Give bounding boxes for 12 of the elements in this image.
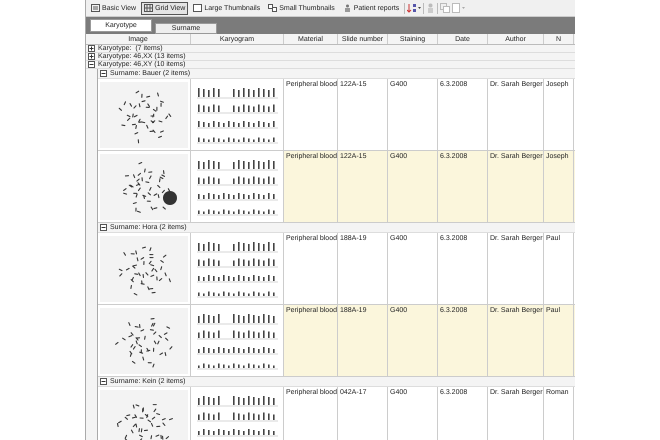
list-icon bbox=[91, 4, 100, 12]
square-icon bbox=[193, 4, 202, 12]
expand-icon[interactable] bbox=[88, 53, 95, 60]
grid-icon bbox=[144, 4, 154, 12]
collapse-icon[interactable] bbox=[100, 70, 107, 77]
squares-icon bbox=[268, 4, 278, 12]
expand-icon[interactable] bbox=[88, 45, 95, 52]
collapse-icon[interactable] bbox=[100, 378, 107, 385]
person-icon bbox=[342, 4, 352, 12]
sort-icon[interactable] bbox=[407, 3, 422, 13]
collapse-icon[interactable] bbox=[100, 224, 107, 231]
collapse-icon[interactable] bbox=[88, 61, 95, 68]
